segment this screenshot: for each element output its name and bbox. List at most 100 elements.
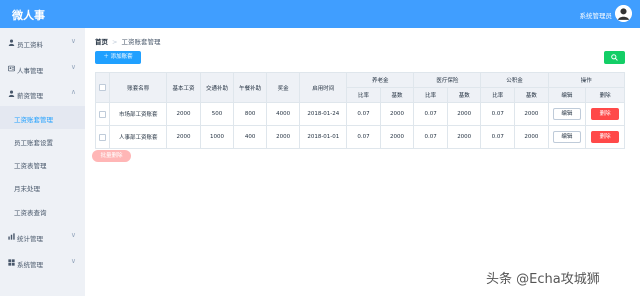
sidebar-item-employee-sob[interactable]: 员工账套设置 [0, 129, 85, 152]
chevron-down-icon: ∨ [70, 257, 76, 265]
column-header: 奖金 [265, 72, 301, 103]
breadcrumb: 首页 > 工资账套管理 [95, 36, 160, 46]
select-all-cell [94, 72, 111, 103]
cell-date: 2018-01-24 [299, 102, 348, 126]
column-header: 编辑 [547, 87, 587, 103]
column-header: 账套名称 [109, 72, 168, 103]
column-group-header: 公积金 [480, 72, 549, 88]
chevron-down-icon: ∨ [70, 231, 76, 239]
column-header: 比率 [480, 87, 516, 103]
column-group-header: 养老金 [346, 72, 415, 88]
sidebar-item-salary-table[interactable]: 工资表管理 [0, 152, 85, 175]
cell-name: 人事部工资账套 [109, 125, 168, 149]
sidebar-item-label: 工资表查询 [14, 209, 47, 217]
windows-icon [8, 259, 15, 266]
breadcrumb-home[interactable]: 首页 [95, 38, 108, 46]
column-group-header: 医疗保险 [413, 72, 482, 88]
delete-cell: 删除 [585, 102, 625, 126]
sidebar-item-label: 员工账套设置 [14, 139, 53, 147]
cell-bonus: 4000 [265, 102, 301, 126]
sidebar-item-salary-search[interactable]: 工资表查询 [0, 199, 85, 222]
sidebar-item-label: 月末处理 [14, 185, 40, 193]
cell-pension-ratio: 0.07 [346, 125, 381, 149]
add-sob-label: 添加账套 [110, 54, 133, 60]
edit-cell: 编辑 [547, 102, 587, 126]
cell-pension-ratio: 0.07 [346, 102, 381, 126]
person-icon [8, 90, 15, 97]
row-select-cell [94, 125, 111, 149]
sidebar-item-salary-sob[interactable]: 工资账套管理 [0, 106, 85, 129]
user-menu[interactable]: 系统管理员 [580, 10, 613, 20]
top-header: 微人事 系统管理员 [0, 0, 640, 28]
chevron-down-icon: ∨ [70, 63, 76, 71]
sidebar-item-label: 工资账套管理 [14, 116, 53, 124]
column-header: 基数 [514, 87, 549, 103]
cell-medical-ratio: 0.07 [413, 125, 448, 149]
sidebar-item-month-end[interactable]: 月末处理 [0, 175, 85, 198]
sidebar-group-system[interactable]: 系统管理 ∨ [0, 250, 85, 276]
column-group-header: 操作 [547, 72, 626, 88]
cell-lunch: 800 [233, 102, 267, 126]
sidebar-item-label: 工资表管理 [14, 162, 47, 170]
select-all-checkbox[interactable] [99, 84, 107, 91]
chevron-down-icon: ∨ [70, 37, 76, 45]
cell-fund-base: 2000 [514, 125, 549, 149]
cell-bonus: 2000 [265, 125, 301, 149]
column-header: 基数 [446, 87, 482, 103]
cell-medical-ratio: 0.07 [413, 102, 448, 126]
row-checkbox[interactable] [99, 133, 107, 141]
cell-basic: 2000 [166, 102, 201, 126]
cell-pension-base: 2000 [379, 125, 415, 149]
sidebar-group-label: 员工资料 [17, 41, 43, 49]
column-header: 交通补助 [199, 72, 235, 103]
cell-medical-base: 2000 [446, 102, 482, 126]
column-header: 午餐补助 [233, 72, 267, 103]
cell-traffic: 1000 [199, 125, 235, 149]
cell-traffic: 500 [199, 102, 235, 126]
person-card-icon [8, 65, 15, 72]
search-button[interactable] [604, 51, 625, 64]
sidebar: 员工资料 ∨ 人事管理 ∨ 薪资管理 ∧ 工资账套管理 员工账套设置 工资表管理… [0, 28, 85, 296]
sidebar-group-statistics[interactable]: 统计管理 ∨ [0, 224, 85, 250]
cell-fund-ratio: 0.07 [480, 125, 516, 149]
cell-fund-base: 2000 [514, 102, 549, 126]
column-header: 基数 [379, 87, 415, 103]
delete-button[interactable]: 删除 [591, 108, 620, 120]
watermark: 头条 @Echa攻城狮 [486, 272, 600, 287]
add-sob-button[interactable]: ＋ 添加账套 [95, 51, 141, 64]
salary-sob-table: 账套名称 基本工资 交通补助 午餐补助 奖金 启用时间 养老金 医疗保险 公积金… [94, 72, 626, 149]
edit-button[interactable]: 编辑 [552, 108, 581, 120]
cell-pension-base: 2000 [379, 102, 415, 126]
sidebar-group-salary[interactable]: 薪资管理 ∧ [0, 81, 85, 107]
table-row: 人事部工资账套 2000 1000 400 2000 2018-01-01 0.… [94, 125, 625, 149]
chevron-up-icon: ∧ [70, 88, 76, 96]
cell-lunch: 400 [233, 125, 267, 149]
app-title: 微人事 [12, 9, 45, 22]
user-avatar-icon [615, 5, 632, 22]
table-row: 市场部工资账套 2000 500 800 4000 2018-01-24 0.0… [94, 102, 625, 126]
row-checkbox[interactable] [99, 110, 107, 118]
avatar[interactable] [615, 5, 632, 22]
row-select-cell [94, 102, 111, 126]
column-header: 比率 [413, 87, 448, 103]
breadcrumb-current: 工资账套管理 [121, 38, 161, 46]
bar-chart-icon [8, 233, 15, 240]
batch-delete-button[interactable]: 批量删除 [92, 150, 131, 162]
cell-medical-base: 2000 [446, 125, 482, 149]
sidebar-group-label: 系统管理 [17, 261, 43, 269]
sidebar-group-employee-info[interactable]: 员工资料 ∨ [0, 30, 85, 56]
search-icon [611, 54, 618, 61]
cell-name: 市场部工资账套 [109, 102, 168, 126]
sidebar-group-label: 统计管理 [17, 235, 43, 243]
plus-icon: ＋ [103, 54, 109, 60]
column-header: 基本工资 [166, 72, 201, 103]
person-icon [8, 39, 15, 46]
cell-date: 2018-01-01 [299, 125, 348, 149]
sidebar-group-personnel[interactable]: 人事管理 ∨ [0, 56, 85, 82]
sidebar-group-label: 薪资管理 [17, 92, 43, 100]
column-header: 比率 [346, 87, 381, 103]
delete-button[interactable]: 删除 [591, 131, 620, 143]
edit-button[interactable]: 编辑 [552, 131, 581, 143]
edit-cell: 编辑 [547, 125, 587, 149]
delete-cell: 删除 [585, 125, 625, 149]
